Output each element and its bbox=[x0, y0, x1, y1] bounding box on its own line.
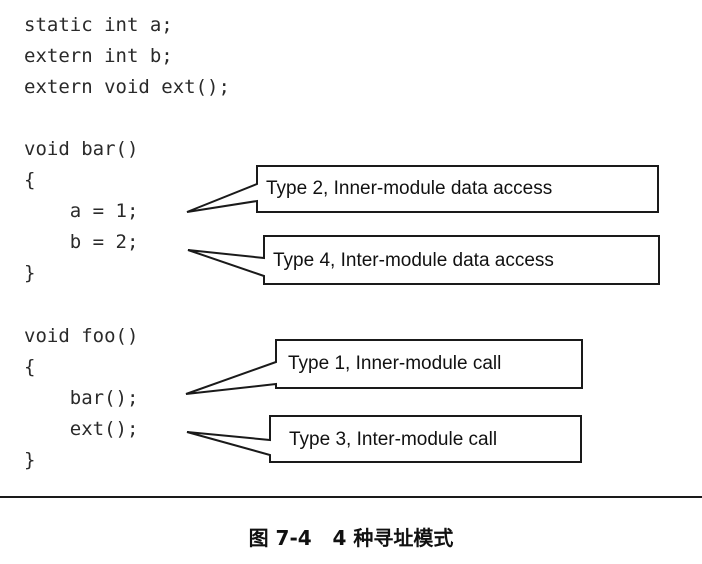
figure-caption: 图 7-4 4 种寻址模式 bbox=[248, 526, 454, 550]
divider bbox=[0, 496, 702, 498]
callout-label-type-4: Type 4, Inter-module data access bbox=[273, 250, 554, 271]
callout-label-type-1: Type 1, Inner-module call bbox=[288, 353, 502, 374]
callout-label-type-2: Type 2, Inner-module data access bbox=[266, 178, 553, 199]
callout-label-type-3: Type 3, Inter-module call bbox=[289, 429, 498, 450]
